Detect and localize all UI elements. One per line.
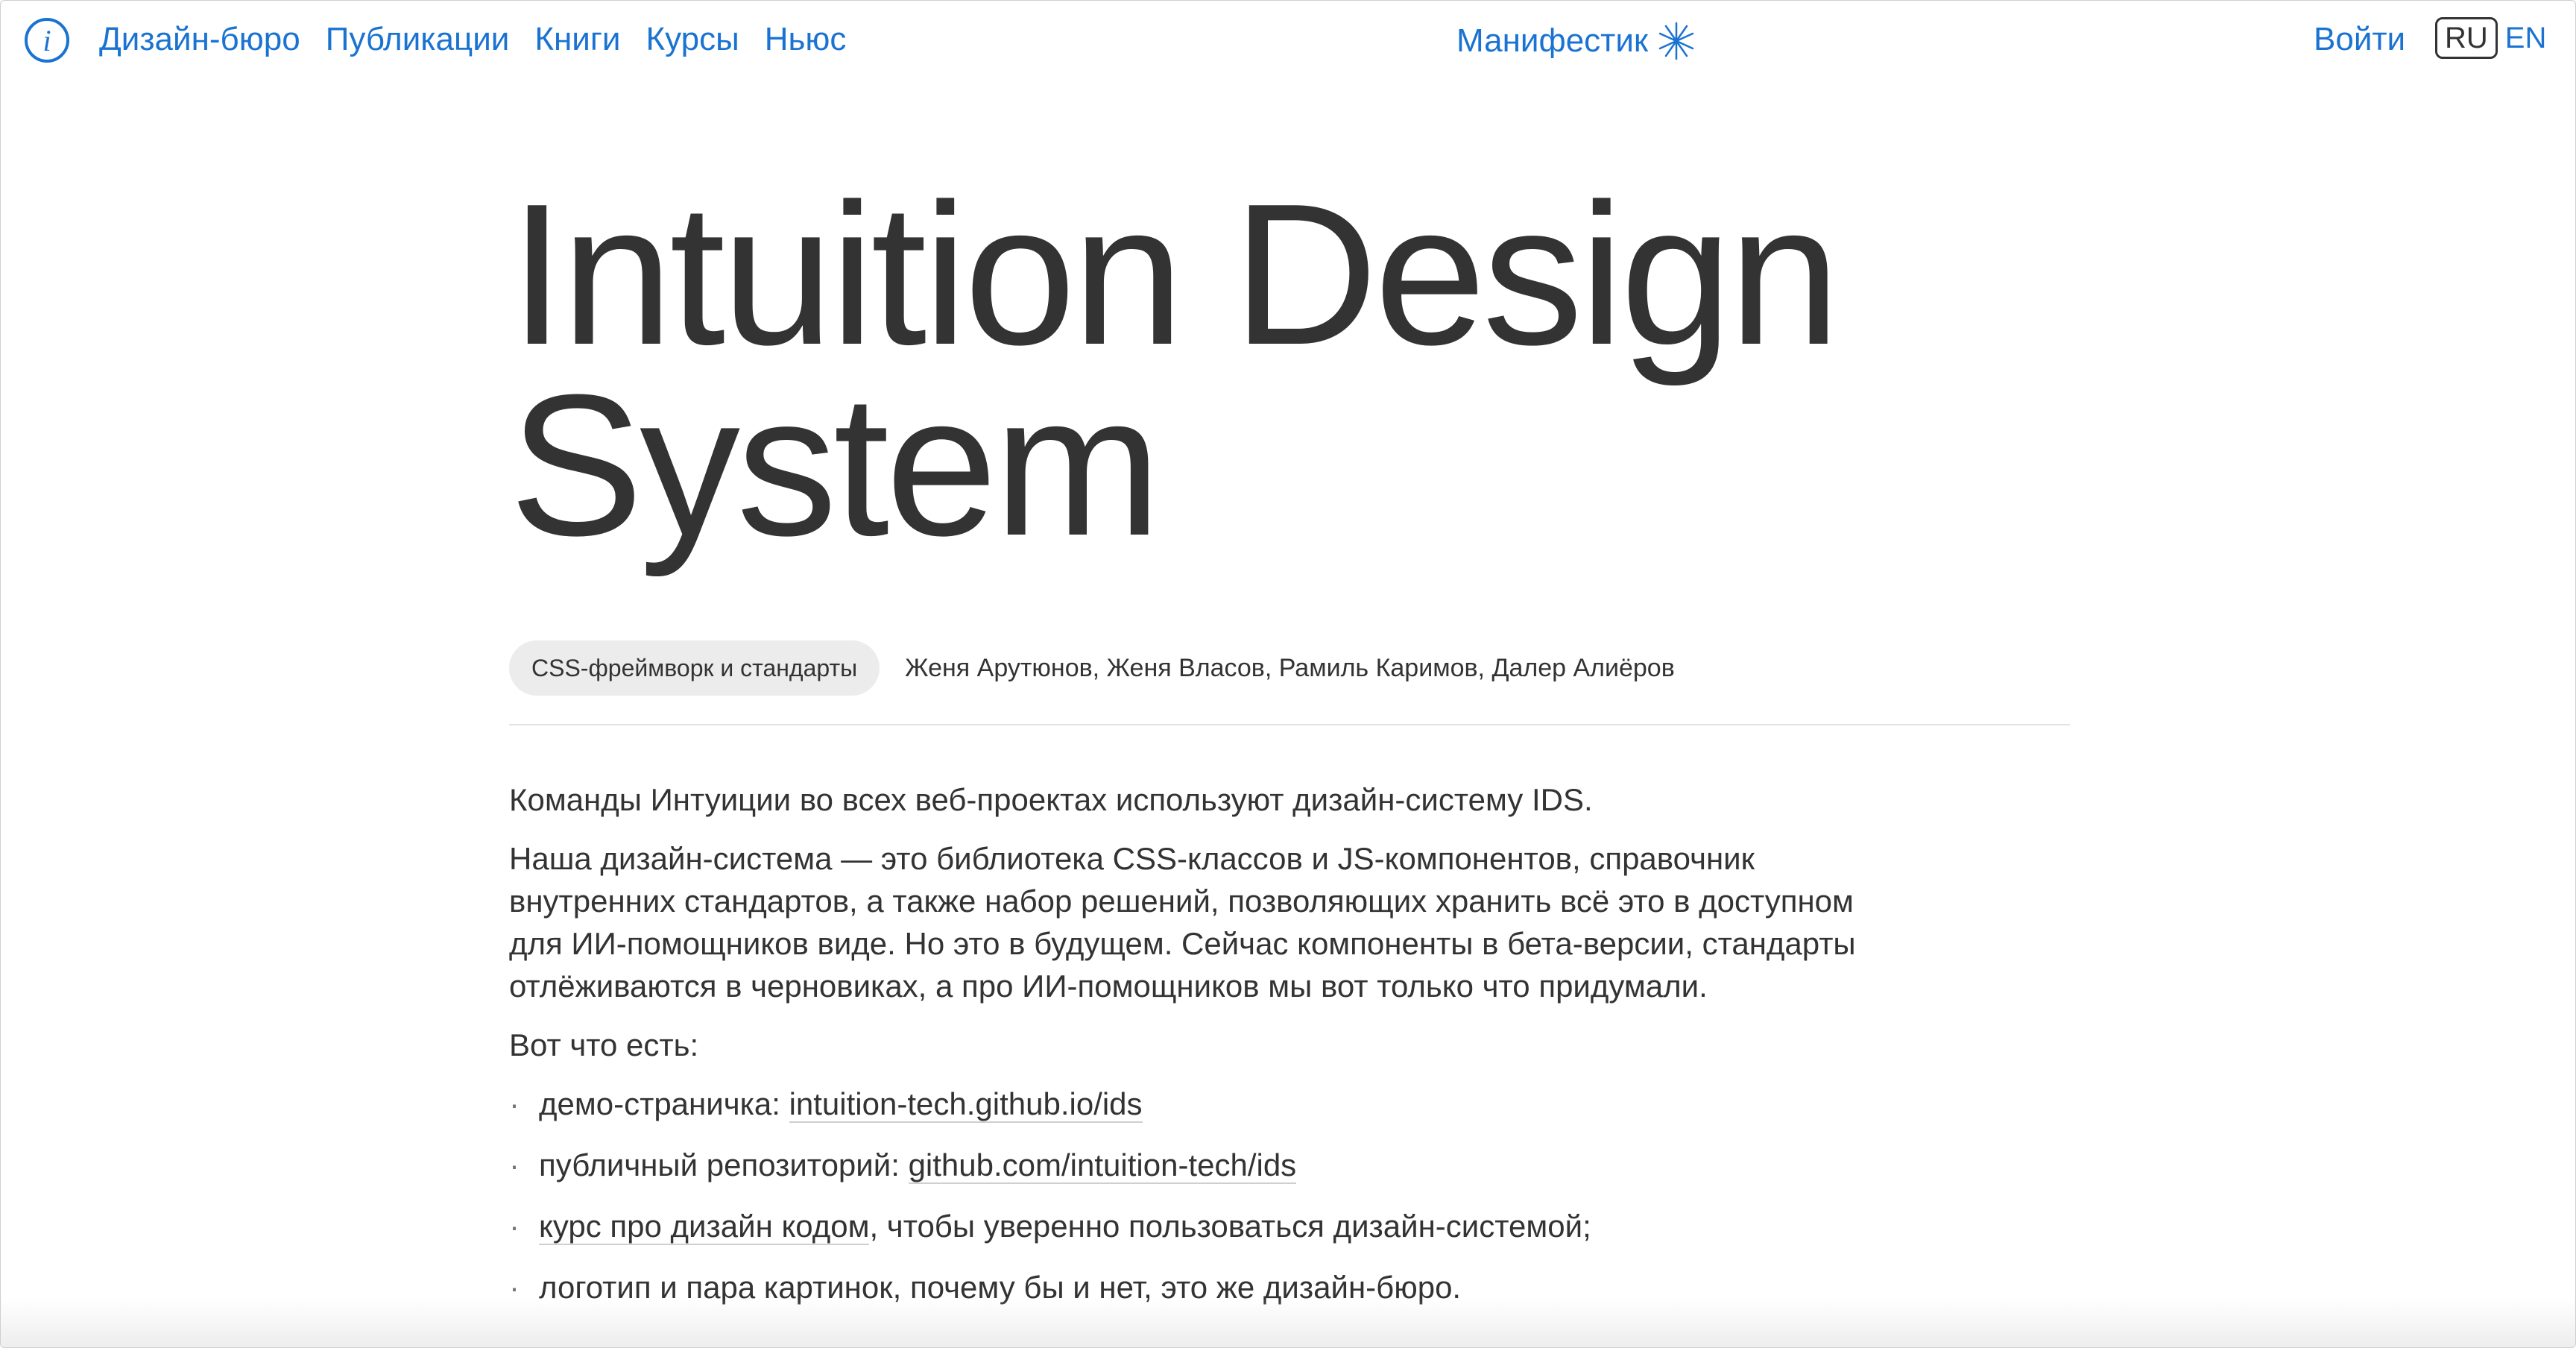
manifest-link-group[interactable]: Манифестик: [1456, 20, 1697, 62]
repository-link[interactable]: github.com/intuition-tech/ids: [908, 1147, 1297, 1184]
bullet: ·: [509, 1209, 520, 1244]
demo-page-link[interactable]: intuition-tech.github.io/ids: [789, 1086, 1143, 1123]
browser-page: i Дизайн-бюро Публикации Книги Курсы Нью…: [0, 0, 2576, 1348]
paragraph-intro: Команды Интуиции во всех веб-проектах ис…: [509, 782, 1593, 817]
nav-item-news[interactable]: Ньюс: [765, 20, 847, 59]
course-link[interactable]: курс про дизайн кодом: [539, 1209, 870, 1245]
logo-letter: i: [42, 24, 51, 57]
bullet: ·: [509, 1147, 520, 1182]
nav-item-books[interactable]: Книги: [534, 20, 620, 59]
manifest-link[interactable]: Манифестик: [1456, 22, 1648, 60]
lang-ru-button[interactable]: RU: [2435, 17, 2498, 59]
list-item-prefix: демо-страничка:: [539, 1086, 789, 1121]
bullet: ·: [509, 1086, 520, 1121]
article-body: Команды Интуиции во всех веб-проектах ис…: [509, 778, 1881, 1327]
nav-item-courses[interactable]: Курсы: [645, 20, 739, 59]
language-switcher: RU EN: [2435, 17, 2546, 59]
list-item: · демо-страничка: intuition-tech.github.…: [509, 1083, 1881, 1126]
article-meta: CSS-фреймворк и стандарты Женя Арутюнов,…: [509, 640, 1675, 696]
intuition-logo-icon[interactable]: i: [24, 17, 70, 63]
login-link[interactable]: Войти: [2314, 20, 2405, 59]
nav-item-publications[interactable]: Публикации: [326, 20, 510, 59]
page-title: Intuition Design System: [509, 174, 2149, 567]
bottom-fade-overlay: [1, 1298, 2575, 1347]
asterisk-icon: [1658, 22, 1694, 60]
list-item: · курс про дизайн кодом, чтобы уверенно …: [509, 1205, 1881, 1248]
page-title-line-2: System: [509, 353, 1161, 578]
authors-list: Женя Арутюнов, Женя Власов, Рамиль Карим…: [905, 653, 1675, 682]
resources-list: · демо-страничка: intuition-tech.github.…: [509, 1083, 1881, 1309]
site-header: i Дизайн-бюро Публикации Книги Курсы Нью…: [1, 1, 2575, 83]
category-tag[interactable]: CSS-фреймворк и стандарты: [509, 640, 880, 696]
list-item-suffix: , чтобы уверенно пользоваться дизайн-сис…: [869, 1209, 1591, 1244]
main-nav: Дизайн-бюро Публикации Книги Курсы Ньюс: [99, 20, 846, 59]
nav-item-design-bureau[interactable]: Дизайн-бюро: [99, 20, 300, 59]
paragraph-description: Наша дизайн-система — это библиотека CSS…: [509, 841, 1856, 1004]
paragraph-list-intro: Вот что есть:: [509, 1027, 699, 1062]
list-item: · публичный репозиторий: github.com/intu…: [509, 1144, 1881, 1187]
lang-en-button[interactable]: EN: [2505, 21, 2547, 55]
divider: [509, 724, 2070, 725]
list-item-prefix: публичный репозиторий:: [539, 1147, 909, 1182]
